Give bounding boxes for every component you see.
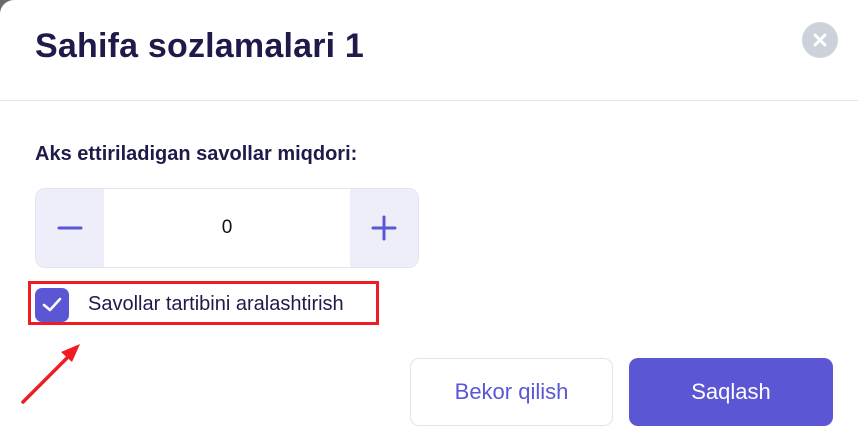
save-button[interactable]: Saqlash [629, 358, 833, 426]
modal-header: Sahifa sozlamalari 1 [0, 0, 858, 101]
annotation-highlight-box [28, 281, 379, 325]
annotation-arrow [21, 344, 80, 404]
increment-button[interactable] [350, 189, 418, 267]
settings-modal: Sahifa sozlamalari 1 Aks ettiriladigan s… [0, 0, 858, 446]
plus-icon [371, 215, 397, 241]
close-button[interactable] [802, 22, 838, 58]
modal-title: Sahifa sozlamalari 1 [35, 27, 365, 65]
question-count-label: Aks ettiriladigan savollar miqdori: [35, 143, 358, 165]
cancel-button[interactable]: Bekor qilish [410, 358, 613, 426]
quantity-stepper [35, 188, 419, 268]
question-count-input[interactable] [104, 189, 350, 267]
decrement-button[interactable] [36, 189, 104, 267]
close-icon [813, 33, 827, 47]
minus-icon [57, 226, 83, 230]
